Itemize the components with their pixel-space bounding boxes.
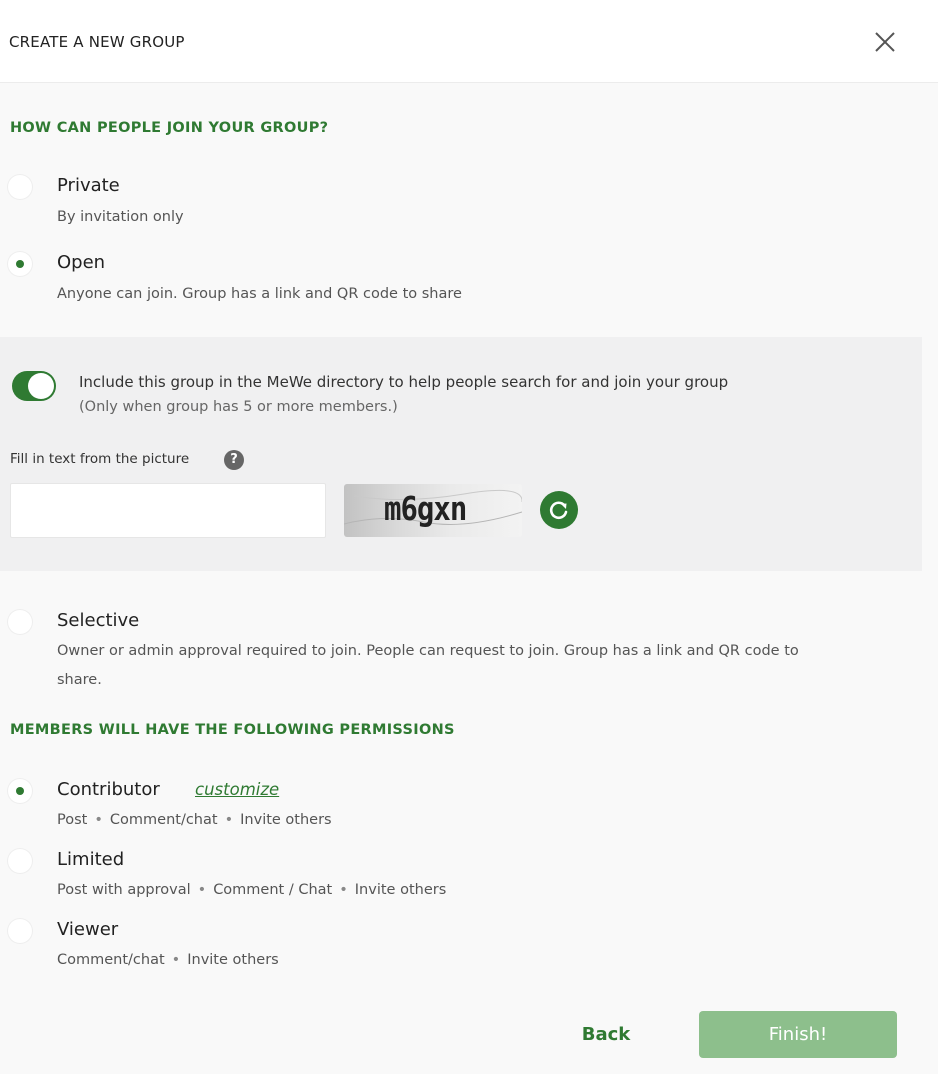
selective-description-line1: Owner or admin approval required to join… <box>57 643 799 659</box>
contributor-permissions: Post • Comment/chat • Invite others <box>57 807 332 833</box>
contributor-radio[interactable] <box>8 779 32 803</box>
open-radio[interactable] <box>8 252 32 276</box>
captcha-input[interactable] <box>10 483 326 538</box>
contributor-label: Contributor <box>57 779 160 800</box>
join-heading: HOW CAN PEOPLE JOIN YOUR GROUP? <box>10 120 329 136</box>
close-icon[interactable] <box>870 27 900 57</box>
separator-dot: • <box>94 812 103 828</box>
modal-header: CREATE A NEW GROUP <box>0 0 938 83</box>
permissions-heading: MEMBERS WILL HAVE THE FOLLOWING PERMISSI… <box>10 722 455 738</box>
selective-radio[interactable] <box>8 610 32 634</box>
permission-item: Invite others <box>354 882 447 898</box>
toggle-knob <box>28 373 54 399</box>
permission-item: Invite others <box>187 952 279 968</box>
permission-item: Comment/chat <box>57 952 165 968</box>
separator-dot: • <box>171 952 181 968</box>
back-button[interactable]: Back <box>565 1011 647 1057</box>
refresh-icon[interactable] <box>540 491 578 529</box>
permission-item: Post <box>57 812 88 828</box>
selective-description-line2: share. <box>57 672 102 688</box>
permission-item: Comment/chat <box>109 812 218 828</box>
captcha-text: m6gxn <box>384 489 467 529</box>
permission-item: Invite others <box>240 812 332 828</box>
open-description: Anyone can join. Group has a link and QR… <box>57 286 462 302</box>
separator-dot: • <box>197 882 207 898</box>
directory-note: (Only when group has 5 or more members.) <box>79 399 398 415</box>
limited-radio[interactable] <box>8 849 32 873</box>
selective-label: Selective <box>57 610 140 631</box>
private-description: By invitation only <box>57 209 184 225</box>
directory-toggle[interactable] <box>12 371 56 401</box>
separator-dot: • <box>339 882 348 898</box>
private-radio[interactable] <box>8 175 32 199</box>
viewer-label: Viewer <box>57 919 119 940</box>
permission-item: Comment / Chat <box>213 882 333 898</box>
viewer-radio[interactable] <box>8 919 32 943</box>
viewer-permissions: Comment/chat • Invite others <box>57 947 279 973</box>
help-icon[interactable]: ? <box>224 450 244 470</box>
separator-dot: • <box>224 812 234 828</box>
limited-label: Limited <box>57 849 125 870</box>
permission-item: Post with approval <box>57 882 191 898</box>
open-label: Open <box>57 252 106 273</box>
captcha-image: m6gxn <box>344 484 522 537</box>
captcha-label: Fill in text from the picture <box>10 451 190 467</box>
finish-button[interactable]: Finish! <box>699 1011 897 1058</box>
customize-link[interactable]: customize <box>195 780 279 799</box>
modal-title: CREATE A NEW GROUP <box>9 33 185 51</box>
limited-permissions: Post with approval • Comment / Chat • Invite… <box>57 877 446 903</box>
directory-text: Include this group in the MeWe directory… <box>79 373 729 391</box>
private-label: Private <box>57 175 120 196</box>
